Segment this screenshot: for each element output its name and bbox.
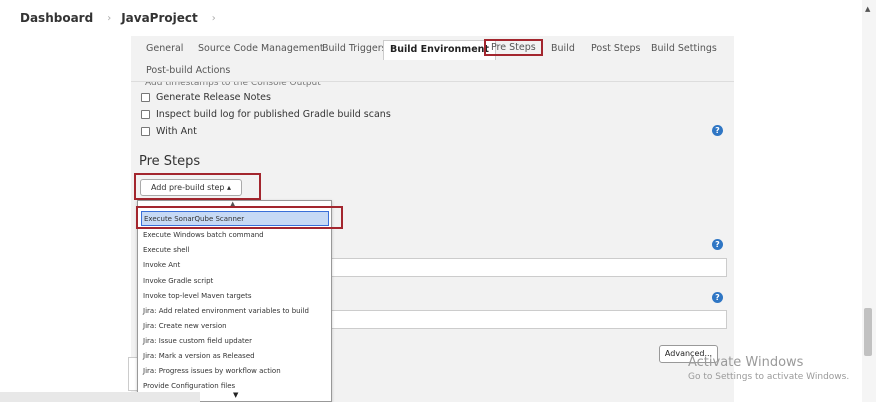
tab-post-build-actions[interactable]: Post-build Actions: [146, 62, 230, 80]
menu-item-jira-custom-field[interactable]: Jira: Issue custom field updater: [141, 334, 329, 349]
panel-edge: [128, 357, 137, 391]
menu-item-invoke-ant[interactable]: Invoke Ant: [141, 258, 329, 273]
tab-source-code-management[interactable]: Source Code Management: [198, 40, 324, 58]
checkbox-label: Inspect build log for published Gradle b…: [156, 109, 391, 120]
help-icon[interactable]: ?: [712, 239, 723, 250]
checkbox-box[interactable]: [141, 127, 150, 136]
config-tab-bar: General Source Code Management Build Tri…: [131, 36, 734, 82]
menu-item-execute-windows-batch[interactable]: Execute Windows batch command: [141, 228, 329, 243]
tab-build-triggers[interactable]: Build Triggers: [322, 40, 387, 58]
menu-item-highlight: [136, 206, 343, 229]
horizontal-scrollbar[interactable]: [0, 392, 200, 402]
checkbox-label: Generate Release Notes: [156, 92, 271, 103]
tab-pre-steps[interactable]: Pre Steps: [484, 39, 543, 56]
text-field[interactable]: [327, 258, 727, 277]
breadcrumb-separator-icon[interactable]: ›: [107, 13, 111, 24]
menu-scroll-down-icon[interactable]: ▼: [233, 391, 238, 399]
menu-item-execute-shell[interactable]: Execute shell: [141, 243, 329, 258]
breadcrumb-dashboard[interactable]: Dashboard: [20, 11, 93, 25]
pre-build-step-menu: ▲ Execute SonarQube Scanner Execute Wind…: [137, 200, 332, 402]
menu-item-invoke-gradle[interactable]: Invoke Gradle script: [141, 274, 329, 289]
menu-item-invoke-maven[interactable]: Invoke top-level Maven targets: [141, 289, 329, 304]
checkbox-box[interactable]: [141, 110, 150, 119]
menu-item-jira-progress-issues[interactable]: Jira: Progress issues by workflow action: [141, 364, 329, 379]
breadcrumb-separator-icon[interactable]: ›: [212, 13, 216, 24]
tab-build-settings[interactable]: Build Settings: [651, 40, 717, 58]
tab-post-steps[interactable]: Post Steps: [591, 40, 640, 58]
add-pre-build-step-button[interactable]: Add pre-build step ▴: [140, 179, 242, 196]
checkbox-inspect-gradle-scans[interactable]: Inspect build log for published Gradle b…: [141, 109, 391, 120]
checkbox-generate-release-notes[interactable]: Generate Release Notes: [141, 92, 271, 103]
help-icon[interactable]: ?: [712, 125, 723, 136]
section-title-pre-steps: Pre Steps: [139, 154, 201, 169]
scroll-up-arrow-icon[interactable]: ▲: [865, 5, 870, 13]
checkbox-label: With Ant: [156, 126, 197, 137]
checkbox-with-ant[interactable]: With Ant: [141, 126, 197, 137]
tab-build-environment[interactable]: Build Environment: [383, 40, 496, 60]
breadcrumb: Dashboard › JavaProject ›: [0, 0, 862, 36]
menu-item-jira-env-vars[interactable]: Jira: Add related environment variables …: [141, 304, 329, 319]
scrollbar-thumb[interactable]: [864, 308, 872, 356]
text-field[interactable]: [327, 310, 727, 329]
page-scrollbar[interactable]: ▲: [862, 0, 876, 402]
tab-build[interactable]: Build: [551, 40, 575, 58]
tab-general[interactable]: General: [146, 40, 183, 58]
watermark-subtitle: Go to Settings to activate Windows.: [688, 372, 850, 382]
menu-item-jira-create-version[interactable]: Jira: Create new version: [141, 319, 329, 334]
menu-item-jira-mark-released[interactable]: Jira: Mark a version as Released: [141, 349, 329, 364]
breadcrumb-javaproject[interactable]: JavaProject: [121, 11, 198, 25]
checkbox-box[interactable]: [141, 93, 150, 102]
help-icon[interactable]: ?: [712, 292, 723, 303]
watermark-title: Activate Windows: [688, 355, 804, 370]
cut-off-checkbox-label: Add timestamps to the Console Output: [145, 82, 321, 88]
